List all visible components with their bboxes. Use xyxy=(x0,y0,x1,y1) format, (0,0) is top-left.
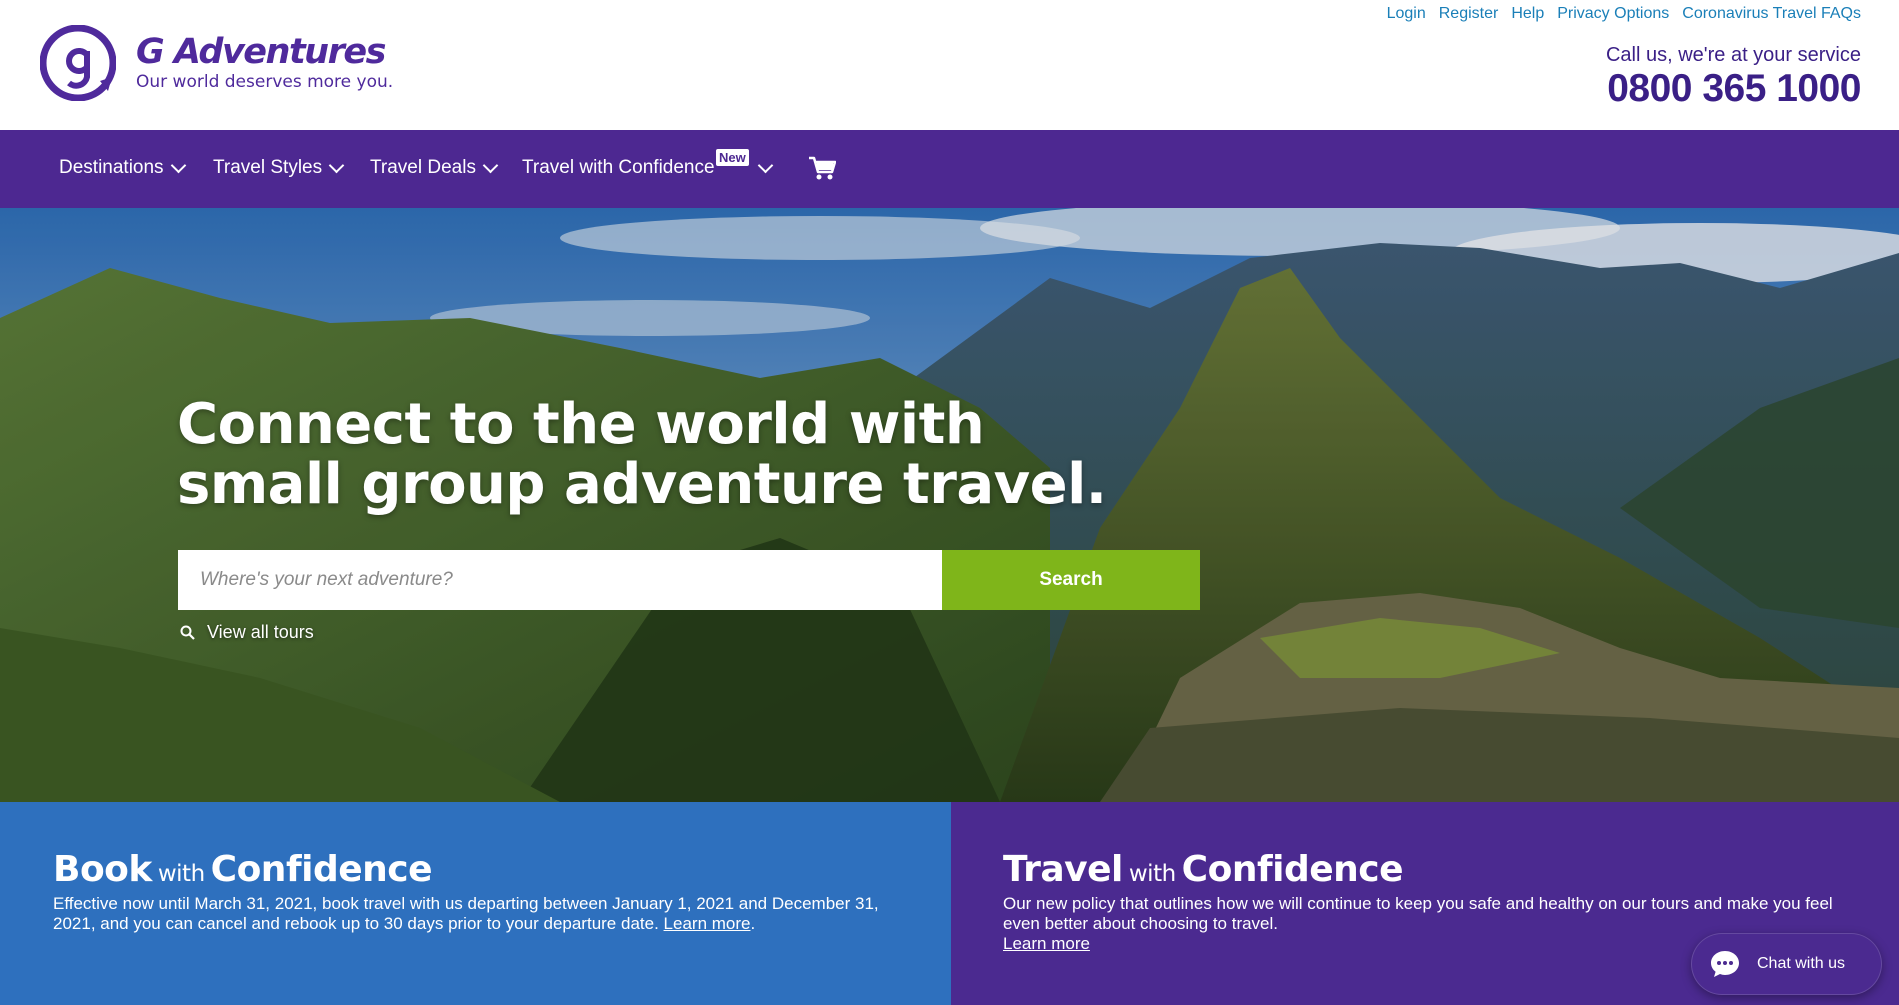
call-us-block: Call us, we're at your service 0800 365 … xyxy=(1605,44,1862,111)
privacy-options-link[interactable]: Privacy Options xyxy=(1557,5,1669,23)
travel-with-confidence-heading: Travel with Confidence xyxy=(1003,850,1899,894)
coronavirus-faqs-link[interactable]: Coronavirus Travel FAQs xyxy=(1682,5,1861,23)
hero-title: Connect to the world with small group ad… xyxy=(177,392,1107,517)
nav-travel-deals-label: Travel Deals xyxy=(370,157,476,178)
view-all-tours-link[interactable]: View all tours xyxy=(180,622,314,643)
call-us-text: Call us, we're at your service xyxy=(1605,44,1861,66)
search-icon xyxy=(180,625,195,640)
destination-search-input[interactable] xyxy=(178,550,942,610)
book-with-confidence-panel: Book with Confidence Effective now until M… xyxy=(0,802,951,1005)
chevron-down-icon xyxy=(482,157,499,173)
heading-word-with: with xyxy=(157,861,205,887)
nav-travel-with-confidence[interactable]: Travel with Confidence New xyxy=(522,149,773,179)
nav-travel-styles[interactable]: Travel Styles xyxy=(213,157,345,179)
hero-banner: Connect to the world with small group ad… xyxy=(0,208,1899,802)
heading-word-confidence: Confidence xyxy=(1181,849,1404,890)
chat-label: Chat with us xyxy=(1757,955,1846,972)
period: . xyxy=(750,914,756,933)
travel-policy-text: Our new policy that outlines how we will… xyxy=(1003,894,1833,933)
site-header: G Adventures Our world deserves more you… xyxy=(0,0,1899,130)
cart-icon[interactable] xyxy=(808,155,836,181)
brand-logo[interactable]: G Adventures Our world deserves more you… xyxy=(40,25,393,101)
login-link[interactable]: Login xyxy=(1387,5,1426,23)
main-nav: Destinations Travel Styles Travel Deals … xyxy=(0,130,1899,208)
phone-number[interactable]: 0800 365 1000 xyxy=(1606,67,1861,111)
chevron-down-icon xyxy=(170,157,186,173)
g-logo-icon xyxy=(40,25,116,101)
chat-with-us-button[interactable]: Chat with us xyxy=(1691,933,1882,995)
nav-travel-styles-label: Travel Styles xyxy=(213,157,323,178)
travel-learn-more-link[interactable]: Learn more xyxy=(1003,934,1090,953)
register-link[interactable]: Register xyxy=(1439,5,1499,23)
view-all-tours-label: View all tours xyxy=(207,622,314,642)
nav-travel-with-confidence-label: Travel with Confidence xyxy=(522,157,715,178)
book-with-confidence-heading: Book with Confidence xyxy=(53,850,951,894)
new-badge: New xyxy=(716,149,749,166)
brand-tagline: Our world deserves more you. xyxy=(136,72,394,92)
nav-destinations[interactable]: Destinations xyxy=(59,157,186,179)
heading-word-book: Book xyxy=(53,849,152,890)
book-with-confidence-text: Effective now until March 31, 2021, book… xyxy=(53,894,913,934)
book-learn-more-link[interactable]: Learn more xyxy=(664,914,751,933)
heading-word-confidence: Confidence xyxy=(210,849,433,890)
nav-travel-deals[interactable]: Travel Deals xyxy=(370,157,499,179)
brand-name: G Adventures xyxy=(136,32,386,72)
chevron-down-icon xyxy=(757,157,773,173)
help-link[interactable]: Help xyxy=(1511,5,1544,23)
chat-bubble-icon xyxy=(1711,951,1739,977)
nav-destinations-label: Destinations xyxy=(59,157,164,178)
chevron-down-icon xyxy=(328,157,345,173)
search-button[interactable]: Search xyxy=(942,550,1200,610)
heading-word-with: with xyxy=(1128,861,1176,887)
utility-links: Login Register Help Privacy Options Coro… xyxy=(1387,5,1861,23)
heading-word-travel: Travel xyxy=(1003,849,1123,890)
